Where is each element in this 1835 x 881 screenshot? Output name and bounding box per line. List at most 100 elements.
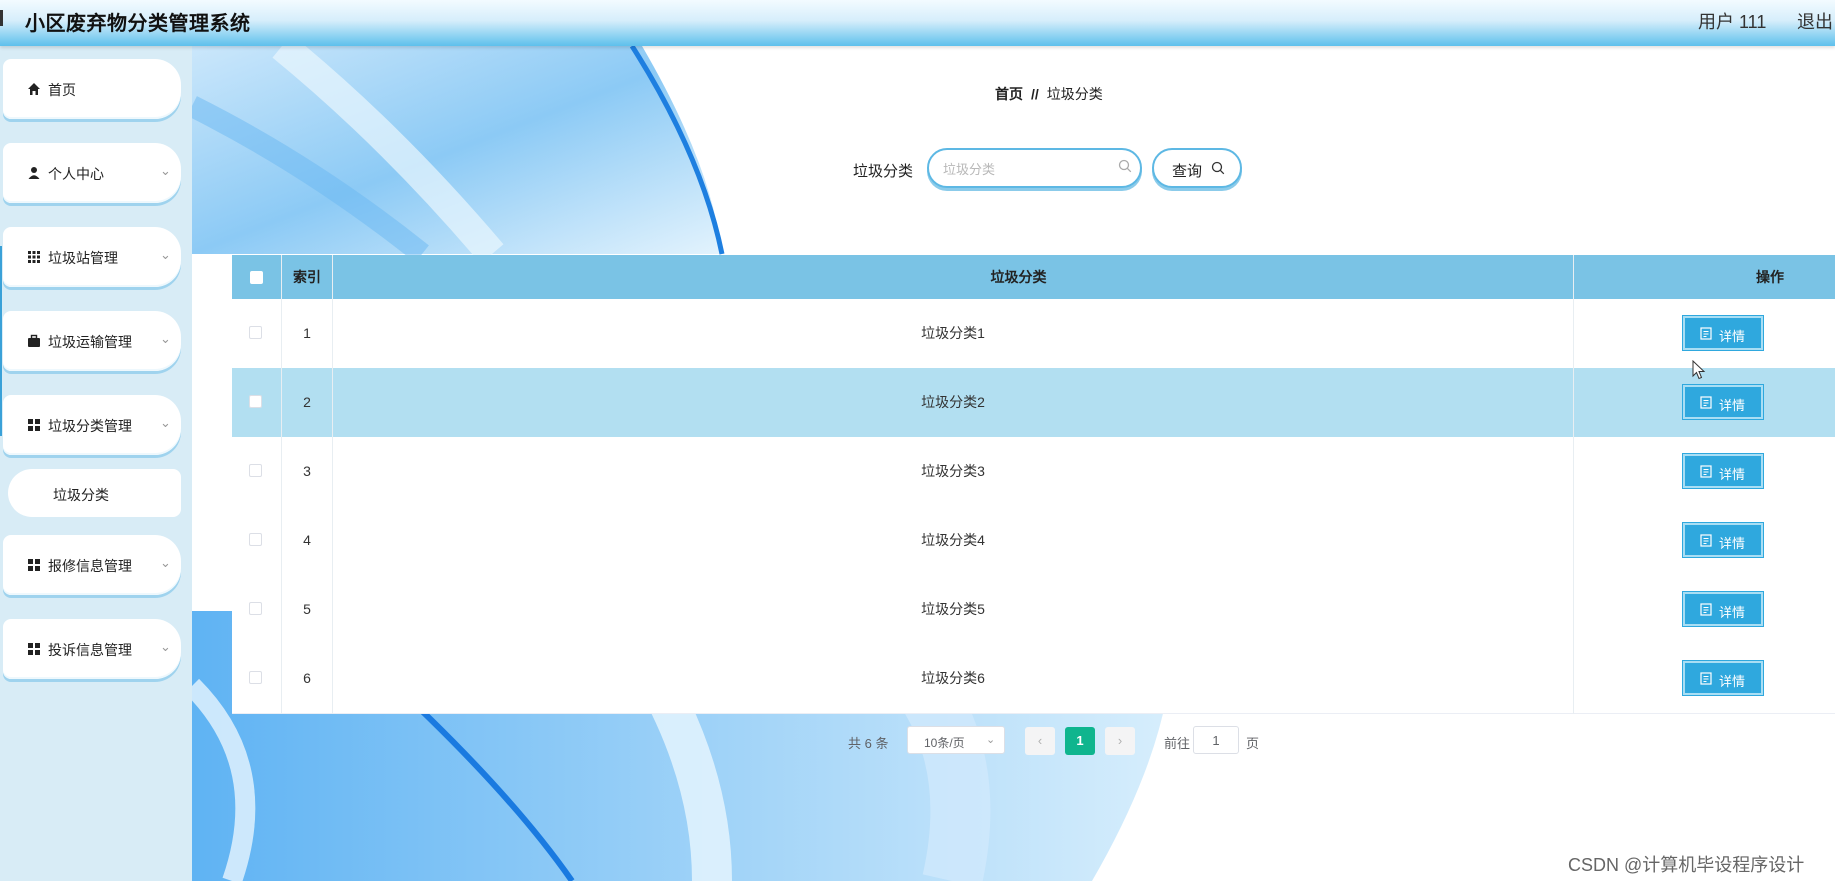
row-checkbox[interactable] <box>249 533 262 546</box>
document-icon <box>1700 534 1712 547</box>
row-checkbox[interactable] <box>249 671 262 684</box>
goto-label: 前往 <box>1164 736 1191 751</box>
table-row[interactable]: 5 垃圾分类5 详情 <box>232 575 1835 645</box>
apps-icon <box>28 419 40 431</box>
column-header-actions: 操作 <box>1756 269 1784 285</box>
detail-button-label: 详情 <box>1719 536 1746 551</box>
chevron-down-icon: ⌄ <box>160 247 171 262</box>
row-checkbox[interactable] <box>249 602 262 615</box>
grid-icon <box>28 251 40 263</box>
row-checkbox[interactable] <box>249 395 262 408</box>
top-bar: 小区废弃物分类管理系统 用户 111 退出 <box>0 0 1835 46</box>
sidebar-item-personal-center[interactable]: 个人中心 ⌄ <box>3 143 181 203</box>
breadcrumb-current: 垃圾分类 <box>1046 86 1103 102</box>
logout-link[interactable]: 退出 <box>1797 8 1833 34</box>
chevron-right-icon: › <box>1117 733 1123 748</box>
sidebar-item-label: 投诉信息管理 <box>48 642 132 658</box>
sidebar-item-label: 报修信息管理 <box>48 558 132 574</box>
chevron-down-icon: ⌄ <box>986 734 996 746</box>
sidebar-item-station-management[interactable]: 垃圾站管理 ⌄ <box>3 227 181 287</box>
search-icon <box>1211 161 1225 175</box>
row-index: 2 <box>303 394 311 410</box>
user-icon <box>28 167 40 179</box>
search-icon <box>1118 159 1132 173</box>
page-size-select[interactable]: 10条/页 ⌄ <box>907 726 1005 754</box>
app-title: 小区废弃物分类管理系统 <box>25 13 251 35</box>
column-divider <box>332 255 333 714</box>
sidebar-subitem-category[interactable]: 垃圾分类 <box>8 469 181 517</box>
breadcrumb-separator: // <box>1031 86 1039 102</box>
header-edge-mark <box>0 10 3 26</box>
chevron-down-icon: ⌄ <box>160 555 171 570</box>
row-checkbox[interactable] <box>249 326 262 339</box>
column-header-index: 索引 <box>293 269 321 285</box>
detail-button[interactable]: 详情 <box>1682 660 1764 696</box>
table-row[interactable]: 4 垃圾分类4 详情 <box>232 506 1835 576</box>
row-checkbox[interactable] <box>249 464 262 477</box>
table-row[interactable]: 2 垃圾分类2 详情 <box>232 368 1835 438</box>
document-icon <box>1700 396 1712 409</box>
detail-button[interactable]: 详情 <box>1682 522 1764 558</box>
query-button[interactable]: 查询 <box>1152 148 1242 188</box>
select-all-checkbox[interactable] <box>250 271 263 284</box>
breadcrumb-home[interactable]: 首页 <box>995 86 1023 102</box>
column-divider <box>281 255 282 714</box>
row-index: 4 <box>303 532 311 548</box>
detail-button[interactable]: 详情 <box>1682 453 1764 489</box>
detail-button-label: 详情 <box>1719 398 1746 413</box>
detail-button[interactable]: 详情 <box>1682 315 1764 351</box>
search-box[interactable] <box>927 148 1142 188</box>
sidebar-item-label: 垃圾站管理 <box>48 250 118 266</box>
row-category: 垃圾分类3 <box>921 463 985 479</box>
document-icon <box>1700 603 1712 616</box>
row-index: 1 <box>303 325 311 341</box>
column-header-category: 垃圾分类 <box>990 269 1047 285</box>
table-header: 索引 垃圾分类 操作 <box>232 255 1835 299</box>
row-category: 垃圾分类2 <box>921 394 985 410</box>
detail-button-label: 详情 <box>1719 329 1746 344</box>
home-icon <box>28 83 40 95</box>
column-divider <box>1573 255 1574 714</box>
next-page-button[interactable]: › <box>1105 727 1135 755</box>
sidebar-item-transport-management[interactable]: 垃圾运输管理 ⌄ <box>3 311 181 371</box>
sidebar-subitem-label: 垃圾分类 <box>53 487 109 503</box>
sidebar-accent-line <box>0 246 2 436</box>
sidebar-item-home[interactable]: 首页 <box>3 59 181 119</box>
table-row[interactable]: 3 垃圾分类3 详情 <box>232 437 1835 507</box>
page-size-value: 10条/页 <box>924 736 965 750</box>
row-category: 垃圾分类1 <box>921 325 985 341</box>
detail-button[interactable]: 详情 <box>1682 384 1764 420</box>
row-index: 5 <box>303 601 311 617</box>
watermark: CSDN @计算机毕设程序设计 <box>1568 855 1805 875</box>
prev-page-button[interactable]: ‹ <box>1025 727 1055 755</box>
row-category: 垃圾分类6 <box>921 670 985 686</box>
goto-page-input[interactable] <box>1193 726 1239 754</box>
document-icon <box>1700 465 1712 478</box>
sidebar-item-label: 个人中心 <box>48 166 104 182</box>
apps-icon <box>28 559 40 571</box>
pagination-total: 共 6 条 <box>848 736 889 751</box>
document-icon <box>1700 672 1712 685</box>
sidebar-item-category-management[interactable]: 垃圾分类管理 ⌄ <box>3 395 181 455</box>
chevron-down-icon: ⌄ <box>160 415 171 430</box>
row-index: 6 <box>303 670 311 686</box>
table-row[interactable]: 1 垃圾分类1 详情 <box>232 299 1835 369</box>
briefcase-icon <box>28 334 40 347</box>
page-number-current[interactable]: 1 <box>1065 727 1095 755</box>
detail-button[interactable]: 详情 <box>1682 591 1764 627</box>
row-index: 3 <box>303 463 311 479</box>
sidebar-item-label: 垃圾运输管理 <box>48 334 132 350</box>
sidebar-item-complaint-management[interactable]: 投诉信息管理 ⌄ <box>3 619 181 679</box>
sidebar-item-label: 首页 <box>48 82 76 98</box>
goto-suffix: 页 <box>1246 736 1260 751</box>
sidebar-item-repair-management[interactable]: 报修信息管理 ⌄ <box>3 535 181 595</box>
search-input[interactable] <box>941 158 1115 180</box>
row-category: 垃圾分类5 <box>921 601 985 617</box>
chevron-down-icon: ⌄ <box>160 163 171 178</box>
sidebar-item-label: 垃圾分类管理 <box>48 418 132 434</box>
detail-button-label: 详情 <box>1719 605 1746 620</box>
table-row[interactable]: 6 垃圾分类6 详情 <box>232 644 1835 714</box>
chevron-down-icon: ⌄ <box>160 639 171 654</box>
mouse-cursor-icon <box>1692 360 1706 380</box>
breadcrumb: 首页 // 垃圾分类 <box>995 84 1103 104</box>
